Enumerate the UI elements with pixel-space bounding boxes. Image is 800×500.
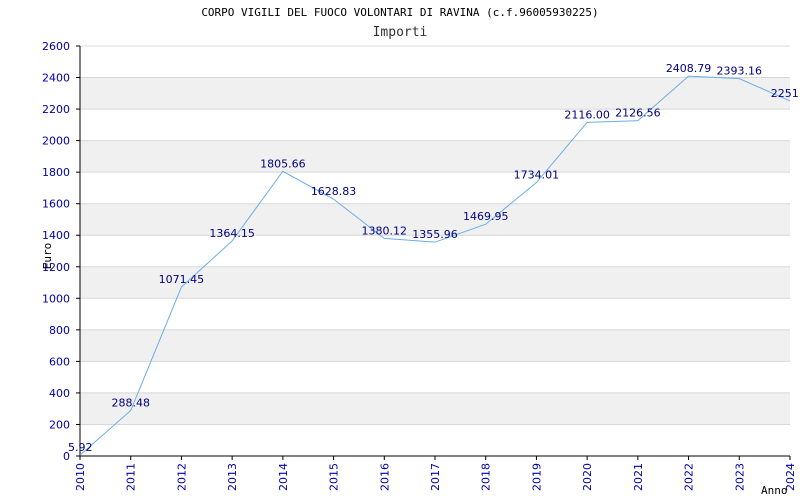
x-tick-label: 2019 (530, 463, 543, 491)
x-tick-label: 2020 (581, 463, 594, 491)
x-tick-label: 2010 (74, 463, 87, 491)
grid-band (80, 140, 790, 173)
x-tick-label: 2018 (480, 463, 493, 491)
line-chart: 0200400600800100012001400160018002000220… (41, 40, 800, 497)
x-tick-label: 2011 (125, 463, 138, 491)
x-tick-label: 2013 (226, 463, 239, 491)
x-axis-title: Anno (761, 484, 788, 497)
data-label: 288.48 (111, 397, 150, 410)
data-label: 1364.15 (209, 227, 255, 240)
y-tick-label: 1000 (42, 292, 70, 305)
data-label: 2393.16 (717, 65, 763, 78)
data-label: 2408.79 (666, 62, 712, 75)
x-axis-ticks: 2010 2011 2012 2013 2014 2015 2016 2017 2018 2019… (74, 456, 797, 491)
y-tick-label: 1400 (42, 229, 70, 242)
x-tick-label: 2023 (733, 463, 746, 491)
x-tick-label: 2022 (683, 463, 696, 491)
grid-band (80, 392, 790, 425)
grid-band (80, 77, 790, 110)
x-tick-label: 2017 (429, 463, 442, 491)
y-tick-label: 200 (49, 418, 70, 431)
data-label: 2251.7 (771, 87, 800, 100)
data-label: 1805.66 (260, 157, 306, 170)
data-label: 1355.96 (412, 228, 458, 241)
y-tick-label: 2200 (42, 103, 70, 116)
y-tick-label: 2600 (42, 40, 70, 53)
x-tick-label: 2015 (328, 463, 341, 491)
grid-band (80, 329, 790, 362)
data-label: 1469.95 (463, 210, 509, 223)
y-tick-label: 400 (49, 387, 70, 400)
data-label: 5.92 (68, 441, 93, 454)
data-label: 1734.01 (514, 169, 560, 182)
x-tick-label: 2021 (632, 463, 645, 491)
x-tick-label: 2016 (378, 463, 391, 491)
y-tick-label: 600 (49, 355, 70, 368)
data-label: 1380.12 (362, 224, 408, 237)
background-bands (80, 77, 790, 425)
y-tick-label: 2400 (42, 72, 70, 85)
data-label: 1628.83 (311, 185, 357, 198)
x-tick-label: 2014 (277, 463, 290, 491)
data-label: 1071.45 (159, 273, 205, 286)
y-axis-title: Euro (41, 243, 54, 270)
y-tick-label: 1600 (42, 198, 70, 211)
y-tick-label: 1800 (42, 166, 70, 179)
x-tick-label: 2012 (175, 463, 188, 491)
y-tick-label: 800 (49, 324, 70, 337)
data-label: 2126.56 (615, 107, 661, 120)
data-label: 2116.00 (564, 108, 610, 121)
y-tick-label: 2000 (42, 135, 70, 148)
